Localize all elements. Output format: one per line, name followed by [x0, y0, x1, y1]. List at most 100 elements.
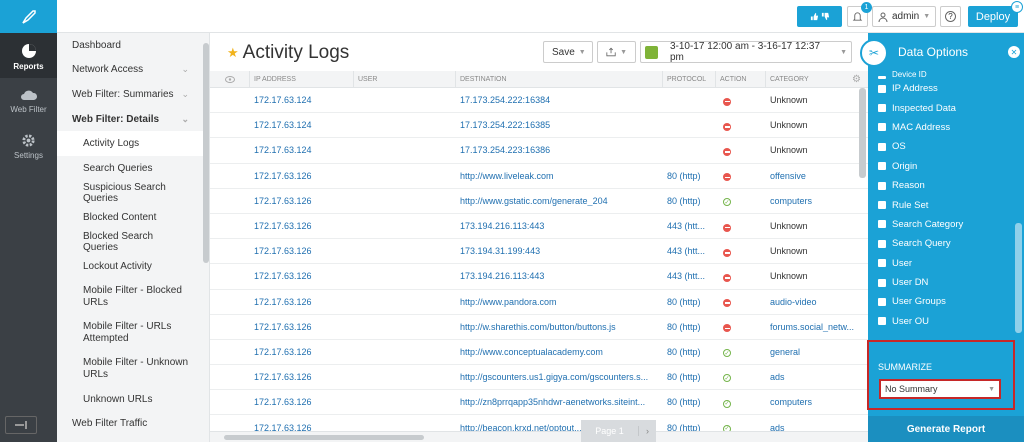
- table-row[interactable]: 172.17.63.126 http://www.gstatic.com/gene…: [210, 189, 868, 214]
- table-row[interactable]: 172.17.63.126 http://www.liveleak.com 80 (…: [210, 164, 868, 189]
- scrollbar-thumb[interactable]: [224, 435, 424, 440]
- option-checkbox[interactable]: [878, 142, 886, 151]
- cell-category[interactable]: ads: [766, 372, 858, 382]
- column-header-user[interactable]: USER: [354, 71, 456, 88]
- table-row[interactable]: 172.17.63.126 http://zn8prrqapp35nhdwr-ae…: [210, 390, 868, 416]
- option-item[interactable]: User DN: [878, 273, 1008, 292]
- table-row[interactable]: 172.17.63.126 http://gscounters.us1.gigya…: [210, 365, 868, 391]
- sidebar-item[interactable]: Lockout Activity: [57, 254, 209, 279]
- visibility-column-header[interactable]: [210, 71, 250, 88]
- pagination[interactable]: Page 1 ›: [581, 420, 656, 442]
- notifications-button[interactable]: 1: [847, 2, 872, 27]
- cell-ip[interactable]: 172.17.63.124: [250, 95, 354, 105]
- feedback-button[interactable]: [797, 6, 842, 27]
- generate-report-button[interactable]: Generate Report: [868, 416, 1024, 442]
- sidebar-item[interactable]: Network Access ⌄: [57, 58, 209, 83]
- table-row[interactable]: 172.17.63.126 http://www.pandora.com 80 (h…: [210, 290, 868, 315]
- panel-scrollbar[interactable]: [1015, 223, 1022, 333]
- cell-ip[interactable]: 172.17.63.126: [250, 297, 354, 307]
- option-checkbox[interactable]: [878, 259, 886, 268]
- cell-destination[interactable]: 17.173.254.222:16384: [456, 95, 663, 105]
- option-checkbox[interactable]: [878, 297, 886, 306]
- close-icon[interactable]: ✕: [1008, 46, 1020, 58]
- sidebar-item[interactable]: Mobile Filter - Blocked URLs: [57, 279, 209, 315]
- sidebar-item[interactable]: Unknown URLs: [57, 387, 209, 412]
- star-icon[interactable]: ★: [227, 45, 239, 61]
- rail-item-settings[interactable]: Settings: [0, 123, 57, 168]
- cell-destination[interactable]: http://www.liveleak.com: [456, 171, 663, 181]
- table-row[interactable]: 172.17.63.124 17.173.254.222:16384 Unknown: [210, 88, 868, 114]
- sidebar-scrollbar[interactable]: [203, 43, 209, 263]
- cell-ip[interactable]: 172.17.63.126: [250, 246, 354, 256]
- column-header-category[interactable]: CATEGORY: [766, 71, 858, 88]
- table-row[interactable]: 172.17.63.126 173.194.216.113:443 443 (htt…: [210, 264, 868, 290]
- cell-destination[interactable]: http://gscounters.us1.gigya.com/gscounte…: [456, 372, 663, 382]
- summarize-select[interactable]: No Summary ▼: [879, 379, 1001, 399]
- sidebar-item[interactable]: Blocked Search Queries: [57, 230, 209, 255]
- cell-ip[interactable]: 172.17.63.126: [250, 397, 354, 407]
- deploy-button[interactable]: Deploy ≡: [968, 1, 1023, 27]
- cell-ip[interactable]: 172.17.63.126: [250, 423, 354, 431]
- cell-destination[interactable]: 17.173.254.222:16385: [456, 120, 663, 130]
- option-item[interactable]: Inspected Data: [878, 98, 1008, 117]
- option-item[interactable]: Device ID: [878, 71, 1008, 79]
- cell-destination[interactable]: http://www.gstatic.com/generate_204: [456, 196, 663, 206]
- sidebar-item[interactable]: Search Queries: [57, 156, 209, 181]
- cell-category[interactable]: audio-video: [766, 297, 858, 307]
- option-item[interactable]: User Groups: [878, 292, 1008, 311]
- option-checkbox[interactable]: [878, 278, 886, 287]
- cell-category[interactable]: computers: [766, 397, 858, 407]
- column-header-protocol[interactable]: PROTOCOL: [663, 71, 716, 88]
- cell-ip[interactable]: 172.17.63.126: [250, 347, 354, 357]
- table-row[interactable]: 172.17.63.126 173.194.31.199:443 443 (htt.…: [210, 239, 868, 265]
- table-horizontal-scrollbar[interactable]: [210, 431, 868, 442]
- option-checkbox[interactable]: [878, 162, 886, 171]
- cell-ip[interactable]: 172.17.63.126: [250, 322, 354, 332]
- option-checkbox[interactable]: [878, 123, 886, 132]
- option-item[interactable]: MAC Address: [878, 118, 1008, 137]
- gear-icon[interactable]: ⚙: [852, 74, 861, 85]
- cell-destination[interactable]: http://w.sharethis.com/button/buttons.js: [456, 322, 663, 332]
- sidebar-item[interactable]: Blocked Content: [57, 205, 209, 230]
- cell-category[interactable]: general: [766, 347, 858, 357]
- option-checkbox[interactable]: [878, 76, 886, 79]
- option-item[interactable]: IP Address: [878, 79, 1008, 98]
- table-row[interactable]: 172.17.63.126 http://beacon.krxd.net/opto…: [210, 415, 868, 431]
- table-vertical-scrollbar[interactable]: [859, 88, 866, 178]
- sidebar-item[interactable]: Mobile Filter - Unknown URLs: [57, 351, 209, 387]
- table-row[interactable]: 172.17.63.124 17.173.254.223:16386 Unknown: [210, 138, 868, 164]
- export-button[interactable]: ▼: [597, 41, 636, 63]
- option-item[interactable]: Search Category: [878, 215, 1008, 234]
- cell-destination[interactable]: 173.194.216.113:443: [456, 271, 663, 281]
- option-item[interactable]: OS: [878, 137, 1008, 156]
- sidebar-item[interactable]: Dashboard: [57, 33, 209, 58]
- rail-item-web-filter[interactable]: Web Filter: [0, 78, 57, 123]
- cell-destination[interactable]: 173.194.31.199:443: [456, 246, 663, 256]
- cell-destination[interactable]: 17.173.254.223:16386: [456, 145, 663, 155]
- column-header-ip[interactable]: IP ADDRESS: [250, 71, 354, 88]
- column-header-destination[interactable]: DESTINATION: [456, 71, 663, 88]
- cell-ip[interactable]: 172.17.63.126: [250, 271, 354, 281]
- option-checkbox[interactable]: [878, 104, 886, 113]
- help-button[interactable]: ?: [940, 6, 961, 27]
- user-menu[interactable]: admin ▼: [872, 6, 936, 27]
- cell-category[interactable]: offensive: [766, 171, 858, 181]
- cell-ip[interactable]: 172.17.63.124: [250, 145, 354, 155]
- cell-destination[interactable]: http://www.conceptualacademy.com: [456, 347, 663, 357]
- cell-destination[interactable]: http://www.pandora.com: [456, 297, 663, 307]
- cell-ip[interactable]: 172.17.63.126: [250, 221, 354, 231]
- sidebar-item[interactable]: Mobile Filter - URLs Attempted: [57, 315, 209, 351]
- cell-ip[interactable]: 172.17.63.126: [250, 171, 354, 181]
- save-button[interactable]: Save ▼: [543, 41, 593, 63]
- option-checkbox[interactable]: [878, 181, 886, 190]
- cell-ip[interactable]: 172.17.63.126: [250, 196, 354, 206]
- option-checkbox[interactable]: [878, 239, 886, 248]
- panel-toggle-button[interactable]: ✂: [860, 39, 888, 67]
- option-item[interactable]: User: [878, 254, 1008, 273]
- cell-ip[interactable]: 172.17.63.126: [250, 372, 354, 382]
- option-checkbox[interactable]: [878, 84, 886, 93]
- sidebar-item[interactable]: Activity Logs: [57, 131, 209, 156]
- date-range-picker[interactable]: 3-10-17 12:00 am - 3-16-17 12:37 pm ▼: [640, 41, 852, 63]
- option-item[interactable]: Reason: [878, 176, 1008, 195]
- sidebar-item[interactable]: Web Filter Traffic: [57, 412, 209, 437]
